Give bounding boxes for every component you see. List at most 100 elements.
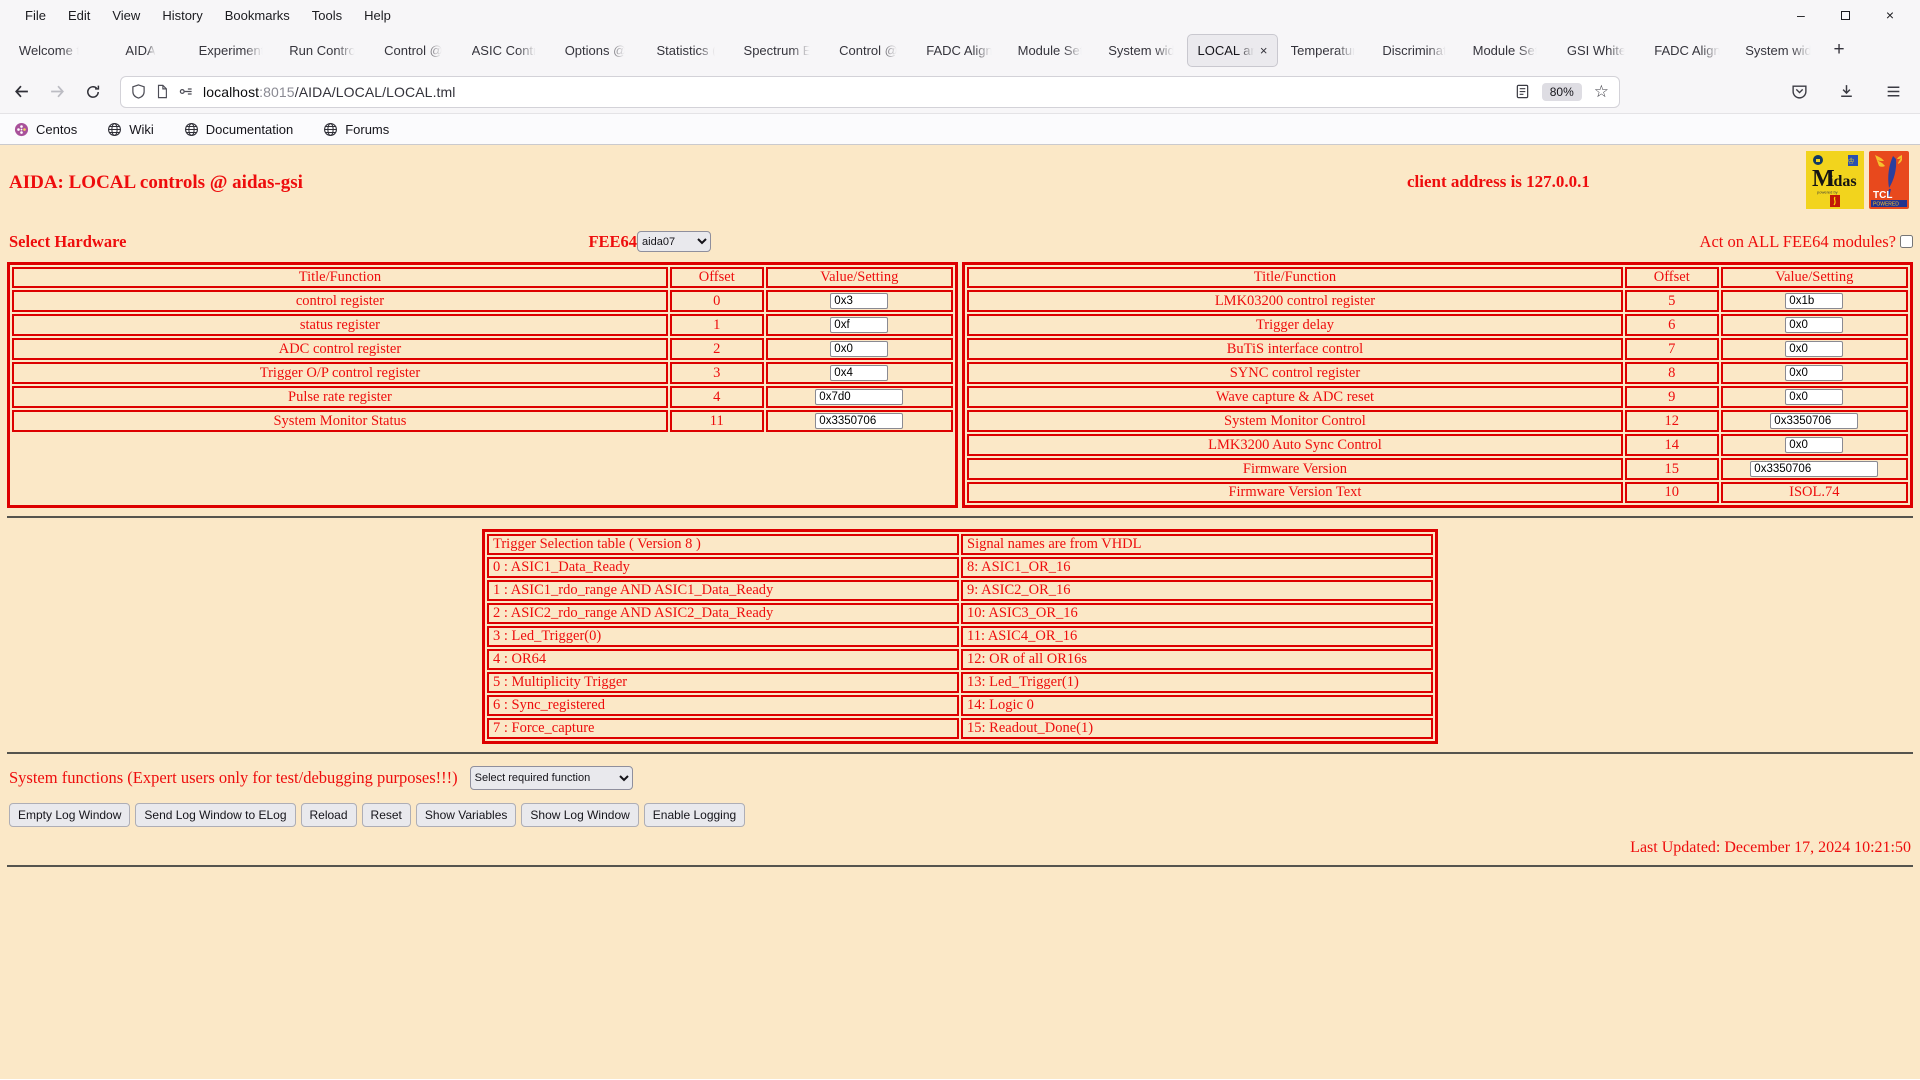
globe-icon: [107, 122, 122, 137]
bookmark-forums[interactable]: Forums: [323, 122, 389, 137]
tab-label: AIDA: [125, 42, 156, 58]
table-row: control register 0: [12, 290, 953, 312]
last-updated: Last Updated: December 17, 2024 10:21:50: [1630, 839, 1911, 856]
register-value-cell: [765, 290, 953, 312]
column-header: Value/Setting: [765, 267, 953, 288]
reload-button[interactable]: Reload: [300, 803, 357, 827]
tab-temperatur[interactable]: Temperatur: [1278, 34, 1369, 67]
tab-label: Temperatur: [1290, 42, 1357, 58]
tab-spectrum-e[interactable]: Spectrum E: [732, 34, 823, 67]
tab-statistics[interactable]: Statistics (: [641, 34, 732, 67]
register-value-input[interactable]: [815, 389, 904, 405]
tab-welcome-t[interactable]: Welcome t: [4, 34, 95, 67]
column-header: Offset: [1624, 267, 1719, 288]
minimize-icon[interactable]: –: [1797, 8, 1805, 22]
tab-local-ar[interactable]: LOCAL ar ×: [1187, 33, 1278, 67]
empty-log-window-button[interactable]: Empty Log Window: [9, 803, 131, 827]
tab-module-set[interactable]: Module Set: [1005, 34, 1096, 67]
tab-discriminat[interactable]: Discriminat: [1369, 34, 1460, 67]
reload-icon[interactable]: [78, 77, 108, 107]
menu-tools[interactable]: Tools: [301, 5, 353, 26]
back-icon[interactable]: [6, 77, 36, 107]
register-value-input[interactable]: [1785, 317, 1844, 333]
tab-label: System wid: [1745, 42, 1812, 58]
page-info-icon[interactable]: [155, 84, 169, 99]
menu-history[interactable]: History: [151, 5, 213, 26]
tab-fadc-align[interactable]: FADC Align: [914, 34, 1005, 67]
shield-icon[interactable]: [131, 84, 146, 99]
register-value-input[interactable]: [830, 341, 889, 357]
maximize-icon[interactable]: [1840, 10, 1850, 20]
tab-experiment[interactable]: Experiment: [186, 34, 277, 67]
page-content: AIDA: LOCAL controls @ aidas-gsi client …: [0, 145, 1920, 1079]
hamburger-menu-icon[interactable]: [1885, 83, 1902, 100]
show-log-window-button[interactable]: Show Log Window: [521, 803, 639, 827]
register-title: SYNC control register: [967, 362, 1623, 384]
svg-text:powered by: powered by: [1817, 190, 1838, 195]
register-value-input[interactable]: [815, 413, 904, 429]
tab-system-wid[interactable]: System wid: [1096, 34, 1187, 67]
enable-logging-button[interactable]: Enable Logging: [643, 803, 746, 827]
tab-options[interactable]: Options @: [550, 34, 641, 67]
table-row: 7 : Force_capture 15: Readout_Done(1): [487, 718, 1433, 739]
register-value-input[interactable]: [830, 293, 889, 309]
tab-close-icon[interactable]: ×: [1260, 43, 1268, 58]
url-bar[interactable]: localhost:8015/AIDA/LOCAL/LOCAL.tml 80% …: [120, 75, 1620, 108]
bookmark-star-icon[interactable]: ☆: [1594, 83, 1609, 100]
register-value-input[interactable]: [1750, 461, 1879, 477]
tab-asic-contr[interactable]: ASIC Contr: [459, 34, 550, 67]
register-value-cell: [1720, 410, 1908, 432]
trigger-cell: 5 : Multiplicity Trigger: [487, 672, 959, 693]
act-on-all-checkbox[interactable]: [1900, 235, 1913, 248]
tab-gsi-white[interactable]: GSI White: [1551, 34, 1642, 67]
menu-view[interactable]: View: [101, 5, 151, 26]
register-value-input[interactable]: [1785, 389, 1844, 405]
permissions-icon[interactable]: [178, 84, 194, 99]
table-row: 0 : ASIC1_Data_Ready 8: ASIC1_OR_16: [487, 557, 1433, 578]
menu-edit[interactable]: Edit: [57, 5, 101, 26]
table-row: System Monitor Control 12: [967, 410, 1908, 432]
trigger-cell: 1 : ASIC1_rdo_range AND ASIC1_Data_Ready: [487, 580, 959, 601]
send-log-window-to-elog-button[interactable]: Send Log Window to ELog: [135, 803, 296, 827]
system-function-select[interactable]: Select required function: [469, 766, 633, 790]
register-value-input[interactable]: [1785, 365, 1844, 381]
reader-mode-icon[interactable]: [1515, 84, 1530, 99]
close-icon[interactable]: ×: [1886, 8, 1894, 22]
tab-aida[interactable]: AIDA: [95, 34, 186, 67]
tab-strip: Welcome t AIDA Experiment Run Contro Control…: [0, 30, 1920, 70]
register-value-input[interactable]: [830, 317, 889, 333]
pocket-icon[interactable]: [1791, 83, 1808, 100]
table-row: 6 : Sync_registered 14: Logic 0: [487, 695, 1433, 716]
register-value-input[interactable]: [1785, 293, 1844, 309]
tab-control[interactable]: Control @: [368, 34, 459, 67]
tab-system-wid[interactable]: System wid: [1733, 34, 1824, 67]
register-value-input[interactable]: [1785, 437, 1844, 453]
register-value-input[interactable]: [830, 365, 889, 381]
trigger-cell: 0 : ASIC1_Data_Ready: [487, 557, 959, 578]
forward-icon[interactable]: [42, 77, 72, 107]
bookmark-documentation[interactable]: Documentation: [184, 122, 293, 137]
register-offset: 7: [1624, 338, 1719, 360]
table-row: Trigger O/P control register 3: [12, 362, 953, 384]
register-offset: 12: [1624, 410, 1719, 432]
tab-module-set[interactable]: Module Set: [1460, 34, 1551, 67]
reset-button[interactable]: Reset: [361, 803, 411, 827]
divider: [7, 865, 1913, 867]
tab-control[interactable]: Control @: [823, 34, 914, 67]
menu-bookmarks[interactable]: Bookmarks: [214, 5, 301, 26]
zoom-level-badge[interactable]: 80%: [1541, 82, 1582, 101]
register-title: ADC control register: [12, 338, 668, 360]
bookmark-wiki[interactable]: Wiki: [107, 122, 154, 137]
tab-run-contro[interactable]: Run Contro: [277, 34, 368, 67]
table-row: Trigger Selection table ( Version 8 ) Sig…: [487, 534, 1433, 555]
downloads-icon[interactable]: [1838, 83, 1855, 100]
fee64-select[interactable]: aida07: [637, 231, 712, 252]
bookmark-centos[interactable]: Centos: [14, 122, 77, 137]
menu-help[interactable]: Help: [353, 5, 402, 26]
show-variables-button[interactable]: Show Variables: [415, 803, 517, 827]
register-value-input[interactable]: [1785, 341, 1844, 357]
tab-fadc-align[interactable]: FADC Align: [1642, 34, 1733, 67]
menu-file[interactable]: File: [14, 5, 57, 26]
register-value-input[interactable]: [1770, 413, 1859, 429]
new-tab-button[interactable]: +: [1824, 35, 1854, 65]
